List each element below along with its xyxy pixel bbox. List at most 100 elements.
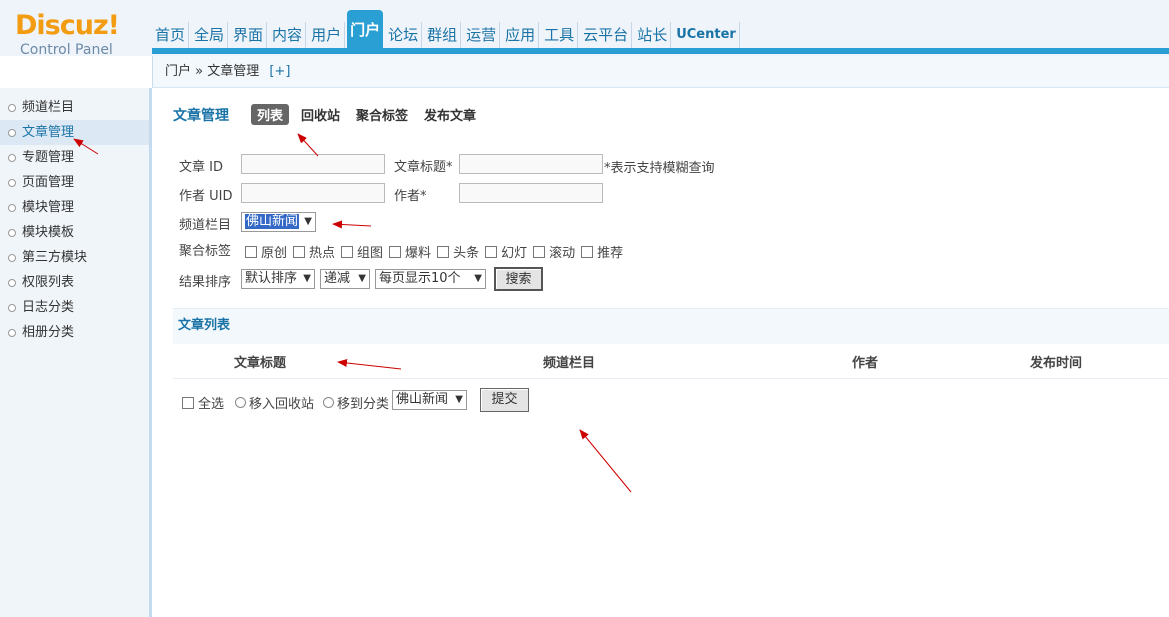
article-title-input[interactable] [459,154,603,174]
fuzzy-query-note: *表示支持模糊查询 [604,161,715,176]
sidebar-item-topic[interactable]: 专题管理 [0,145,149,170]
nav-plugin[interactable]: 应用 [502,22,540,48]
tag-checkbox-scroll[interactable]: 滚动 [533,242,575,261]
sidebar-item-page[interactable]: 页面管理 [0,170,149,195]
sidebar-item-block[interactable]: 模块管理 [0,195,149,220]
column-divider [173,378,1169,379]
channel-select-value: 佛山新闻 [245,214,300,229]
tag-label: 头条 [453,246,480,261]
nav-global[interactable]: 全局 [191,22,229,48]
tag-checkbox-hot[interactable]: 热点 [293,242,335,261]
column-article-title: 文章标题 [234,356,287,371]
sidebar: 频道栏目 文章管理 专题管理 页面管理 模块管理 模块模板 第三方模块 权限列表… [0,88,152,617]
tag-checkbox-gallery[interactable]: 组图 [341,242,383,261]
tag-label: 热点 [309,246,336,261]
sort-select-value: 默认排序 [245,271,298,286]
tag-checkbox-scoop[interactable]: 爆料 [389,242,431,261]
title-row: 文章管理 列表 回收站 聚合标签 发布文章 [173,104,492,125]
author-label: 作者* [394,189,427,204]
checkbox-icon [485,245,498,258]
header: Discuz! Control Panel 首页 全局 界面 内容 用户 门户 … [0,0,1169,59]
tag-label: 幻灯 [501,246,528,261]
article-title-label: 文章标题* [394,160,453,175]
nav-content[interactable]: 内容 [269,22,307,48]
nav-group[interactable]: 群组 [424,22,462,48]
nav-user[interactable]: 用户 [308,22,346,48]
nav-style[interactable]: 界面 [230,22,268,48]
radio-icon [323,397,334,408]
tab-list[interactable]: 列表 [251,104,290,125]
sidebar-item-blog-category[interactable]: 日志分类 [0,295,149,320]
tag-checkbox-recommend[interactable]: 推荐 [581,242,623,261]
move-to-recycle-radio[interactable]: 移入回收站 [235,393,314,412]
logo-main-text: Discuz! [15,10,120,41]
discuz-logo[interactable]: Discuz! Control Panel [15,10,120,59]
checkbox-icon [581,245,594,258]
article-id-input[interactable] [241,154,385,174]
checkbox-icon [533,245,546,258]
channel-select[interactable]: 佛山新闻 ▼ [241,212,316,232]
tag-label: 原创 [261,246,288,261]
breadcrumb-add-button[interactable]: [+] [269,64,290,79]
sidebar-item-permissions[interactable]: 权限列表 [0,270,149,295]
breadcrumb: 门户 » 文章管理 [+] [152,56,1169,88]
nav-tools[interactable]: 工具 [541,22,579,48]
tab-recycle-bin[interactable]: 回收站 [301,105,340,124]
tag-checkbox-headline[interactable]: 头条 [437,242,479,261]
perpage-select[interactable]: 每页显示10个 ▼ [375,269,486,289]
chevron-down-icon: ▼ [303,273,311,284]
tag-label: 爆料 [405,246,432,261]
page-title: 文章管理 [173,107,229,124]
sidebar-item-album-category[interactable]: 相册分类 [0,320,149,345]
nav-forum[interactable]: 论坛 [385,22,423,48]
checkbox-icon [389,245,402,258]
nav-cloud[interactable]: 云平台 [580,22,633,48]
chevron-down-icon: ▼ [358,273,366,284]
tab-aggregate-tags[interactable]: 聚合标签 [356,105,408,124]
logo-sub-text: Control Panel [20,42,113,58]
author-input[interactable] [459,183,603,203]
arrow-bottom-annotation [579,429,632,493]
sidebar-item-article[interactable]: 文章管理 [0,120,149,145]
checkbox-icon [245,245,257,258]
channel-label: 频道栏目 [179,218,232,233]
move-to-recycle-label: 移入回收站 [249,397,315,412]
nav-operation[interactable]: 运营 [463,22,501,48]
chevron-down-icon: ▼ [474,273,482,284]
breadcrumb-text: 门户 » 文章管理 [165,64,260,79]
nav-underline [152,48,1169,54]
nav-founder[interactable]: 站长 [634,22,672,48]
category-select-value: 佛山新闻 [396,392,449,407]
arrow-tab-annotation [297,133,319,157]
perpage-select-value: 每页显示10个 [379,271,461,286]
move-to-category-label: 移到分类 [337,397,390,412]
sort-select[interactable]: 默认排序 ▼ [241,269,315,289]
column-publish-time: 发布时间 [1030,356,1083,371]
author-uid-input[interactable] [241,183,385,203]
search-button[interactable]: 搜索 [494,267,543,291]
sidebar-item-channel[interactable]: 频道栏目 [0,95,149,120]
sort-label: 结果排序 [179,275,232,290]
tag-label: 推荐 [597,246,624,261]
radio-icon [235,397,246,408]
checkbox-icon [182,396,194,409]
select-all-checkbox[interactable]: 全选 [182,393,224,412]
tag-checkbox-slide[interactable]: 幻灯 [485,242,527,261]
tag-label: 滚动 [549,246,576,261]
order-select[interactable]: 递减 ▼ [320,269,370,289]
nav-portal[interactable]: 门户 [347,10,384,48]
arrow-column-annotation [337,359,402,370]
nav-ucenter[interactable]: UCenter [673,22,740,48]
sidebar-item-block-template[interactable]: 模块模板 [0,220,149,245]
nav-home[interactable]: 首页 [152,22,190,48]
category-select[interactable]: 佛山新闻 ▼ [392,390,467,410]
article-list-heading: 文章列表 [173,308,1169,344]
tag-checkbox-original[interactable]: 原创 [245,242,287,261]
move-to-category-radio[interactable]: 移到分类 [323,393,389,412]
submit-button[interactable]: 提交 [480,388,529,412]
tag-label: 组图 [357,246,384,261]
sidebar-item-third-party-block[interactable]: 第三方模块 [0,245,149,270]
tab-publish-article[interactable]: 发布文章 [424,105,476,124]
checkbox-icon [341,245,354,258]
author-uid-label: 作者 UID [179,189,233,204]
